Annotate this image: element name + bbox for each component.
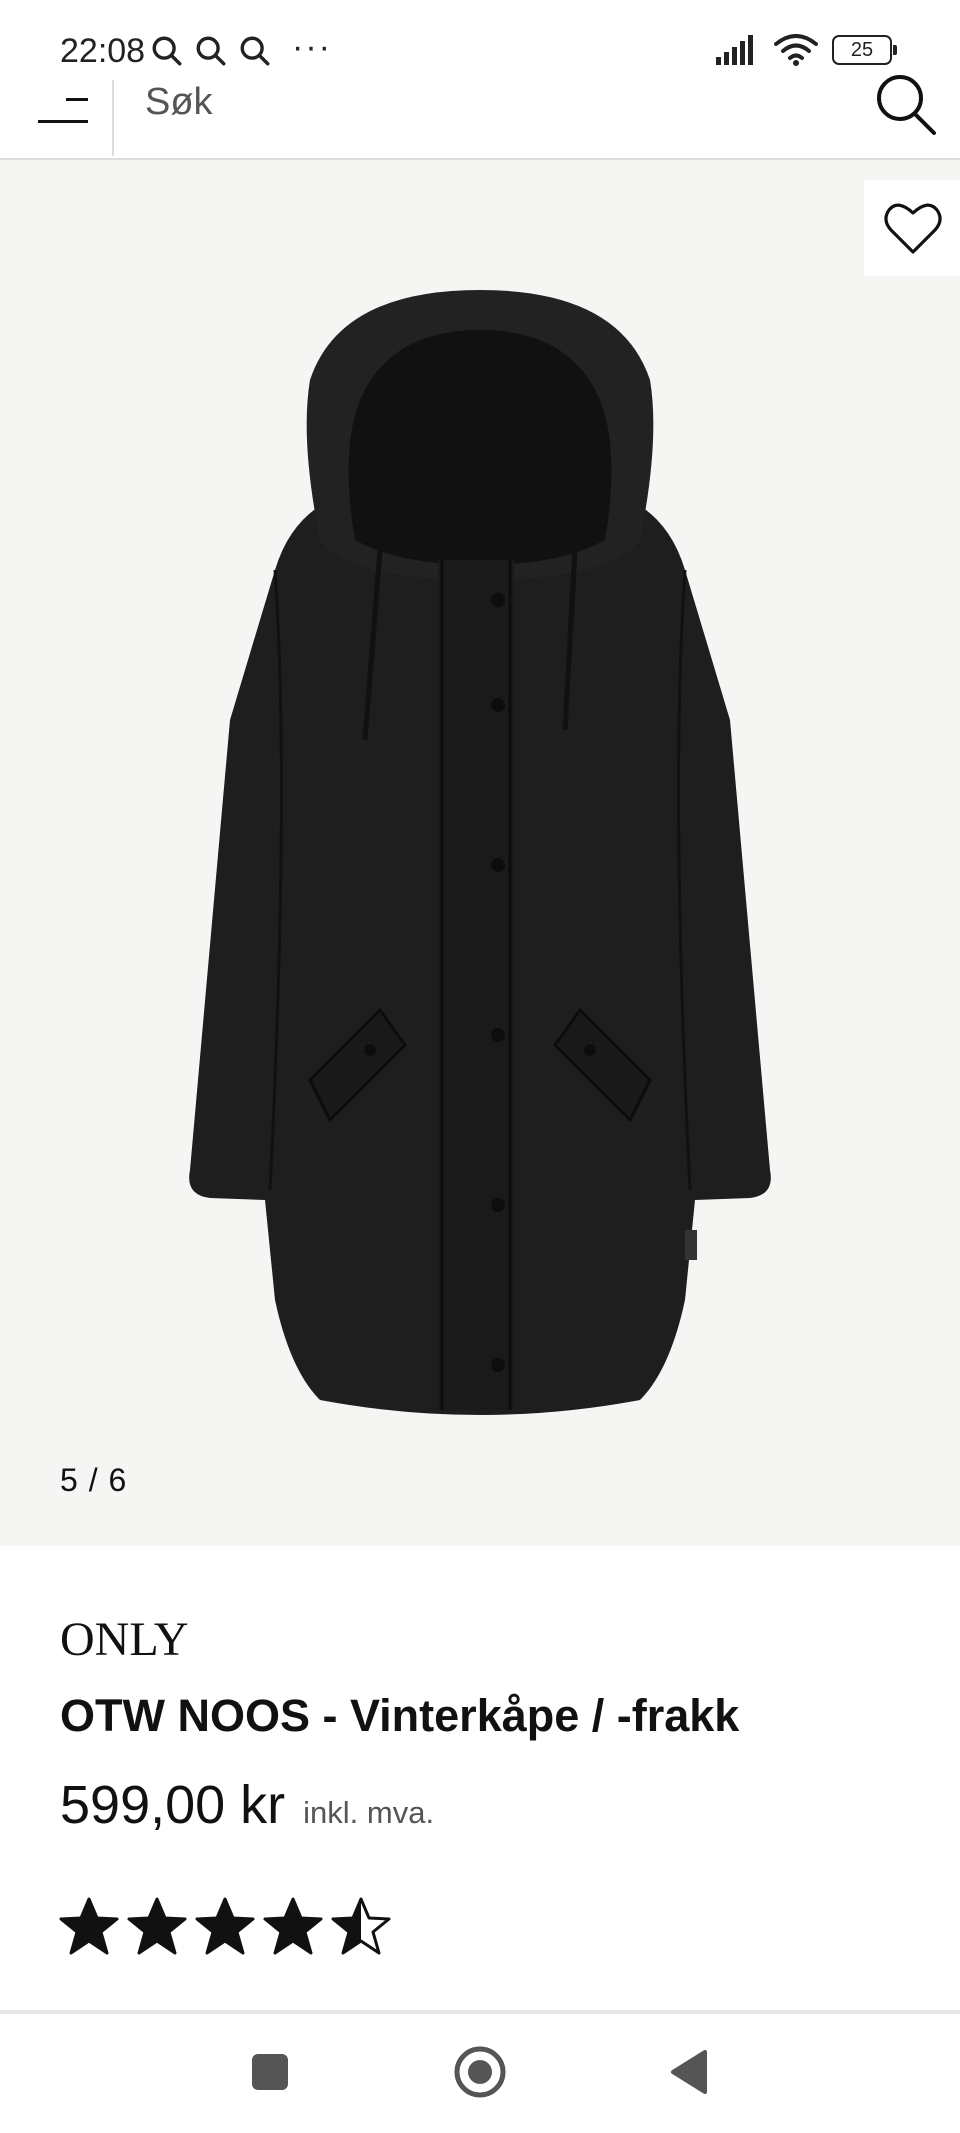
wifi-icon	[774, 34, 818, 66]
more-notifications-icon: ···	[292, 28, 332, 66]
status-notification-icons	[150, 34, 272, 68]
favorite-button[interactable]	[864, 180, 960, 276]
vat-note: inkl. mva.	[303, 1795, 435, 1830]
star-half-icon	[331, 1897, 391, 1955]
square-icon	[252, 2054, 288, 2090]
system-navigation-bar	[0, 2018, 960, 2133]
heart-icon	[884, 203, 942, 254]
brand-name[interactable]: ONLY	[60, 1612, 189, 1667]
site-header	[0, 75, 960, 160]
status-system-icons: 25	[716, 34, 897, 66]
header-divider	[112, 80, 114, 156]
divider	[0, 2010, 960, 2014]
image-counter: 5 / 6	[60, 1462, 128, 1498]
menu-icon	[66, 98, 88, 101]
price: 599,00 kr	[60, 1775, 286, 1835]
recents-button[interactable]	[235, 2042, 305, 2102]
price-row: 599,00 kr inkl. mva.	[60, 1774, 434, 1836]
search-icon	[240, 36, 270, 66]
star-full-icon	[195, 1897, 255, 1955]
search-icon	[196, 36, 226, 66]
product-title: OTW NOOS - Vinterkåpe / -frakk	[60, 1690, 740, 1741]
battery-icon: 25	[832, 35, 897, 65]
rating-stars[interactable]	[58, 1896, 392, 1958]
product-image	[189, 290, 771, 1415]
status-time: 22:08	[60, 32, 146, 70]
signal-icon	[716, 35, 753, 65]
menu-button[interactable]	[38, 88, 88, 136]
home-circle-icon	[454, 2046, 506, 2098]
star-full-icon	[59, 1897, 119, 1955]
status-bar: 22:08 ··· 25	[0, 0, 960, 80]
back-button[interactable]	[655, 2042, 725, 2102]
menu-icon-line	[38, 120, 88, 123]
product-image-gallery[interactable]: 5 / 6	[0, 160, 960, 1546]
star-full-icon	[127, 1897, 187, 1955]
search-icon	[877, 75, 936, 135]
star-full-icon	[263, 1897, 323, 1955]
home-button[interactable]	[445, 2042, 515, 2102]
search-icon	[152, 36, 182, 66]
search-button[interactable]	[870, 70, 940, 140]
search-input[interactable]	[145, 80, 845, 124]
back-triangle-icon	[671, 2050, 707, 2094]
